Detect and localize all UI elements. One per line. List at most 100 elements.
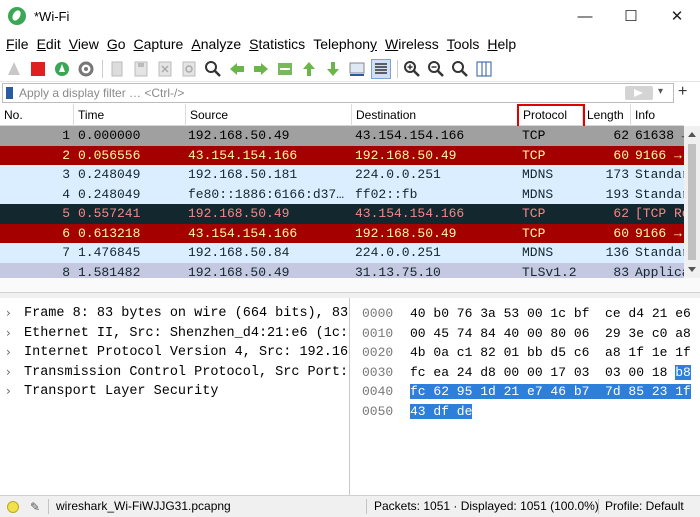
detail-tree-item[interactable]: › Ethernet II, Src: Shenzhen_d4:21:e6 (1c…: [0, 324, 350, 344]
open-file-button[interactable]: [107, 59, 127, 79]
edit-comment-icon[interactable]: ✎: [30, 500, 40, 514]
add-filter-button[interactable]: +: [678, 83, 687, 101]
scroll-thumb[interactable]: [688, 144, 696, 260]
bytes-hex[interactable]: fc 62 95 1d 21 e7 46 b7 7d 85 23 1f: [410, 382, 691, 402]
packet-cell-dst: 192.168.50.49: [355, 147, 457, 163]
protocol-column-highlight: [517, 104, 585, 128]
bytes-hex[interactable]: 4b 0a c1 82 01 bb d5 c6 a8 1f 1e 1f: [410, 343, 691, 363]
bytes-offset: 0020: [362, 345, 394, 360]
chevron-right-icon[interactable]: ›: [6, 304, 11, 324]
bytes-hex[interactable]: fc ea 24 d8 00 00 17 03 03 00 18 b8: [410, 363, 691, 383]
detail-tree-item[interactable]: › Frame 8: 83 bytes on wire (664 bits), 8…: [0, 304, 349, 324]
packet-row[interactable]: 4 0.248049 fe80::1886:6166:d37… ff02::fb MDN…: [0, 184, 684, 204]
column-header-source[interactable]: Source: [186, 104, 352, 126]
chevron-right-icon[interactable]: ›: [6, 343, 11, 363]
packet-list: No. Time Source Destination Protocol Len…: [0, 104, 700, 278]
packet-row[interactable]: 7 1.476845 192.168.50.84 224.0.0.251 MDNS 136…: [0, 243, 684, 263]
packet-list-scrollbar[interactable]: [684, 126, 700, 278]
packet-cell-proto: MDNS: [522, 245, 554, 260]
menu-capture[interactable]: Capture: [130, 32, 188, 56]
zoom-out-button[interactable]: [426, 59, 446, 79]
menu-view[interactable]: View: [65, 32, 103, 56]
autoscroll-icon: [349, 62, 365, 76]
display-filter-input[interactable]: [19, 85, 599, 101]
column-header-info[interactable]: Info: [631, 104, 684, 126]
packet-cell-proto: TLSv1.2: [522, 264, 577, 279]
expert-info-icon[interactable]: [7, 501, 19, 513]
packet-row[interactable]: 3 0.248049 192.168.50.181 224.0.0.251 MDNS 17…: [0, 165, 684, 185]
detail-tree-label: Ethernet II, Src: Shenzhen_d4:21:e6 (1c:…: [24, 325, 350, 341]
start-capture-button[interactable]: [4, 59, 24, 79]
packet-row[interactable]: 5 0.557241 192.168.50.49 43.154.154.166 TCP 6…: [0, 204, 684, 224]
menu-file[interactable]: File: [2, 32, 33, 56]
column-header-length[interactable]: Length: [583, 104, 631, 126]
toolbar-separator: [102, 59, 103, 78]
minimize-icon: —: [577, 7, 593, 25]
bytes-hex[interactable]: 00 45 74 84 40 00 80 06 29 3e c0 a8: [410, 324, 691, 344]
go-forward-button[interactable]: [251, 59, 271, 79]
packet-row[interactable]: 6 0.613218 43.154.154.166 192.168.50.49 TCP 6…: [0, 223, 684, 243]
first-packet-button[interactable]: [299, 59, 319, 79]
chevron-right-icon[interactable]: ›: [6, 382, 11, 402]
bytes-hex[interactable]: 43 df de: [410, 402, 473, 422]
menu-help[interactable]: Help: [483, 32, 520, 56]
find-packet-button[interactable]: [203, 59, 223, 79]
detail-tree-item[interactable]: › Transmission Control Protocol, Src Port…: [0, 363, 349, 383]
scroll-down-icon[interactable]: [688, 267, 696, 272]
normal-size-button[interactable]: [450, 59, 470, 79]
capture-options-button[interactable]: [76, 59, 96, 79]
maximize-button[interactable]: ☐: [608, 0, 654, 32]
autoscroll-button[interactable]: [347, 59, 367, 79]
apply-filter-arrow-icon[interactable]: [625, 86, 653, 100]
stop-capture-button[interactable]: [28, 59, 48, 79]
minimize-button[interactable]: —: [562, 0, 608, 32]
save-file-button[interactable]: [131, 59, 151, 79]
restart-capture-button[interactable]: [52, 59, 72, 79]
packet-cell-no: 7: [62, 245, 70, 260]
menu-telephony[interactable]: Telephony: [309, 32, 381, 56]
packet-row[interactable]: 2 0.056556 43.154.154.166 192.168.50.49 TCP 6…: [0, 145, 684, 165]
packet-cell-info: [TCP Re: [635, 206, 684, 221]
title-bar: *Wi-Fi — ☐ ✕: [0, 0, 700, 32]
zoom-in-button[interactable]: [402, 59, 422, 79]
menu-wireless[interactable]: Wireless: [381, 32, 443, 56]
bookmark-icon[interactable]: [6, 87, 13, 99]
scroll-up-icon[interactable]: [688, 132, 696, 137]
menu-analyze[interactable]: Analyze: [187, 32, 245, 56]
packet-cell-info: 9166 →: [635, 225, 682, 241]
packet-cell-no: 5: [62, 206, 70, 221]
column-header-time[interactable]: Time: [74, 104, 186, 126]
packet-row[interactable]: 8 1.581482 192.168.50.49 31.13.75.10 TLSv1.2…: [0, 262, 684, 279]
column-header-destination[interactable]: Destination: [352, 104, 519, 126]
last-packet-button[interactable]: [323, 59, 343, 79]
profile-indicator[interactable]: Profile: Default: [605, 496, 684, 517]
bytes-hex[interactable]: 40 b0 76 3a 53 00 1c bf ce d4 21 e6: [410, 304, 691, 324]
detail-tree-item[interactable]: › Internet Protocol Version 4, Src: 192.1…: [0, 343, 349, 363]
detail-tree-item[interactable]: › Transport Layer Security: [0, 382, 349, 402]
packet-cell-info: Applica: [635, 264, 684, 279]
close-file-button[interactable]: [155, 59, 175, 79]
close-button[interactable]: ✕: [654, 0, 700, 32]
colorize-button[interactable]: [371, 58, 391, 79]
filter-dropdown-icon[interactable]: ▾: [658, 86, 663, 97]
menu-edit[interactable]: Edit: [33, 32, 65, 56]
packet-cell-proto: MDNS: [522, 186, 554, 202]
restart-fin-icon: [55, 61, 69, 76]
packet-cell-src: 43.154.154.166: [188, 147, 298, 163]
go-to-packet-button[interactable]: [275, 59, 295, 79]
menu-go[interactable]: Go: [103, 32, 130, 56]
go-back-button[interactable]: [227, 59, 247, 79]
wireshark-fin-icon: [8, 7, 26, 25]
packet-row[interactable]: 1 0.000000 192.168.50.49 43.154.154.166 TCP 6…: [0, 126, 684, 146]
packet-cell-no: 2: [62, 147, 70, 163]
display-filter-bar: ▾ +: [0, 82, 700, 104]
chevron-right-icon[interactable]: ›: [6, 363, 11, 383]
menu-statistics[interactable]: Statistics: [245, 32, 309, 56]
packet-list-hscrollbar[interactable]: [0, 278, 700, 292]
reload-file-button[interactable]: [179, 59, 199, 79]
resize-columns-button[interactable]: [474, 59, 494, 79]
chevron-right-icon[interactable]: ›: [6, 324, 11, 344]
packet-cell-len: 173: [605, 167, 629, 182]
menu-tools[interactable]: Tools: [443, 32, 484, 56]
column-header-no[interactable]: No.: [0, 104, 74, 126]
